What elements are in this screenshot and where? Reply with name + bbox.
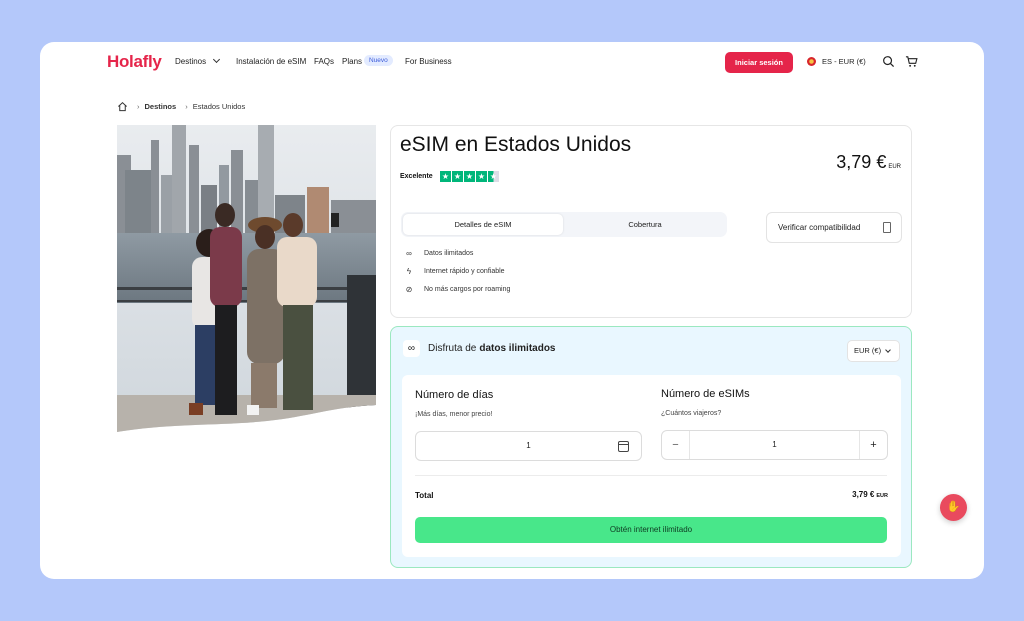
cart-icon[interactable]: [905, 55, 918, 68]
nav-install[interactable]: Instalación de eSIM: [236, 57, 306, 66]
product-tabs: Detalles de eSIM Cobertura: [401, 212, 727, 237]
feature-no-roaming: ⊘ No más cargos por roaming: [405, 285, 511, 294]
browser-window: Holafly Destinos Instalación de eSIM FAQ…: [40, 42, 984, 579]
esims-quantity-stepper[interactable]: − 1 +: [661, 430, 888, 460]
no-roaming-icon: ⊘: [405, 285, 413, 294]
tab-coverage[interactable]: Cobertura: [565, 214, 725, 235]
breadcrumb-current: Estados Unidos: [192, 101, 246, 111]
esims-label: Número de eSIMs: [661, 388, 750, 400]
product-card: eSIM en Estados Unidos Excelente ★ ★ ★ ★…: [390, 125, 912, 318]
hand-wave-icon: ✋: [946, 501, 961, 513]
chevron-down-icon: [885, 347, 891, 353]
star-icon: ★: [452, 171, 463, 182]
star-icon: ★: [464, 171, 475, 182]
language-currency-selector[interactable]: ES - EUR (€): [822, 57, 866, 66]
total-value: 3,79 € EUR: [852, 490, 888, 499]
hero-photo-friends-nyc: [117, 125, 376, 432]
nav-destinations[interactable]: Destinos: [175, 55, 221, 66]
feature-unlimited-data: ∞ Datos ilimitados: [404, 249, 473, 258]
phone-check-icon: [883, 222, 891, 233]
breadcrumb-separator: ›: [137, 101, 140, 111]
half-star-icon: ★: [488, 171, 499, 182]
calendar-icon[interactable]: [618, 441, 629, 452]
nav-plans[interactable]: Plans: [342, 57, 362, 66]
lightning-icon: ϟ: [406, 267, 412, 276]
divider: [415, 475, 887, 476]
total-label: Total: [415, 491, 434, 500]
chat-support-button[interactable]: ✋: [940, 494, 967, 521]
rating-label: Excelente: [400, 173, 433, 180]
product-title: eSIM en Estados Unidos: [400, 133, 632, 156]
trustpilot-stars[interactable]: ★ ★ ★ ★ ★: [440, 171, 499, 182]
chevron-down-icon: [213, 55, 221, 64]
decrement-button[interactable]: −: [662, 431, 690, 459]
days-label: Número de días: [415, 389, 494, 401]
login-button[interactable]: Iniciar sesión: [725, 52, 793, 73]
new-badge: Nuevo: [364, 55, 393, 66]
days-sublabel: ¡Más días, menor precio!: [415, 411, 493, 418]
nav-business[interactable]: For Business: [405, 57, 452, 66]
config-form: Número de días ¡Más días, menor precio! …: [402, 375, 901, 557]
breadcrumb: › Destinos › Estados Unidos: [117, 100, 245, 112]
spain-flag-icon: [807, 57, 816, 66]
currency-select[interactable]: EUR (€): [847, 340, 900, 362]
esims-sublabel: ¿Cuántos viajeros?: [661, 410, 722, 417]
infinity-icon: ∞: [403, 340, 420, 357]
tab-esim-details[interactable]: Detalles de eSIM: [403, 214, 563, 235]
top-nav: Holafly Destinos Instalación de eSIM FAQ…: [40, 42, 984, 82]
star-icon: ★: [440, 171, 451, 182]
breadcrumb-separator: ›: [185, 101, 188, 111]
star-icon: ★: [476, 171, 487, 182]
get-internet-button[interactable]: Obtén internet ilimitado: [415, 517, 887, 543]
holafly-logo[interactable]: Holafly: [107, 52, 162, 72]
verify-compatibility-button[interactable]: Verificar compatibilidad: [766, 212, 902, 243]
nav-faqs[interactable]: FAQs: [314, 57, 334, 66]
config-heading: ∞ Disfruta de datos ilimitados: [403, 340, 555, 357]
home-icon[interactable]: [117, 101, 128, 112]
days-date-input[interactable]: 1: [415, 431, 642, 461]
infinity-icon: ∞: [406, 249, 412, 258]
increment-button[interactable]: +: [859, 431, 887, 459]
breadcrumb-destinations[interactable]: Destinos: [145, 102, 177, 111]
product-price: 3,79 € EUR: [836, 152, 901, 172]
feature-fast-internet: ϟ Internet rápido y confiable: [404, 267, 505, 276]
plan-config-card: ∞ Disfruta de datos ilimitados EUR (€) N…: [390, 326, 912, 568]
search-icon[interactable]: [882, 55, 895, 68]
